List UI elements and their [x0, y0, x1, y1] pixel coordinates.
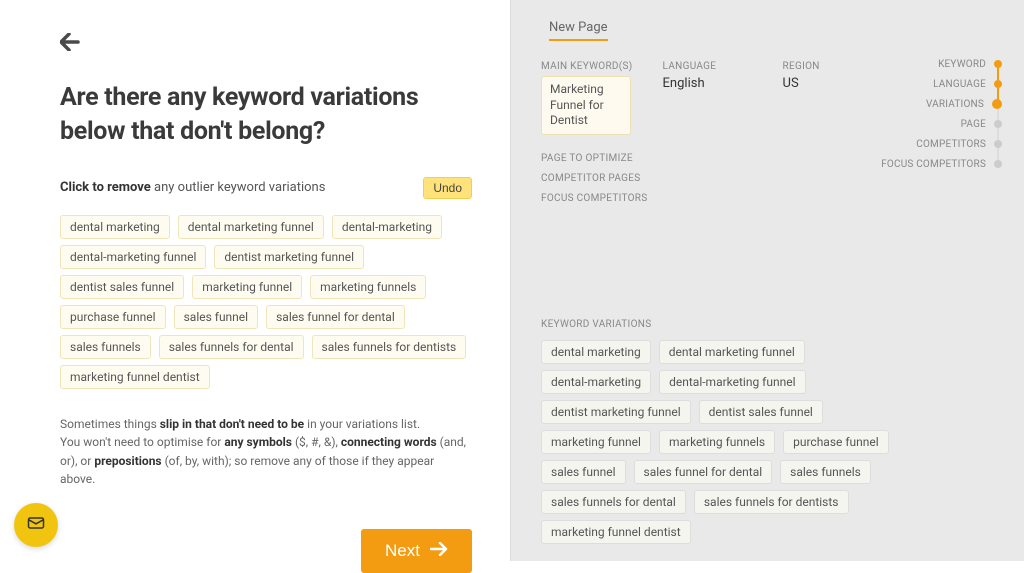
step-label: FOCUS COMPETITORS [881, 159, 986, 170]
step-competitors[interactable]: COMPETITORS [881, 134, 1002, 154]
subheading-bold: Click to remove [60, 180, 151, 195]
keyword-chip[interactable]: dental-marketing funnel [60, 245, 206, 269]
kv-chip: sales funnels for dental [541, 490, 686, 514]
kv-chip: sales funnel for dental [634, 460, 773, 484]
region-value: US [783, 76, 873, 91]
keyword-chip[interactable]: dental marketing [60, 215, 170, 239]
step-connector [997, 148, 999, 160]
step-connector [997, 68, 999, 80]
step-dot-icon [994, 160, 1002, 168]
step-label: KEYWORD [938, 59, 986, 70]
keyword-chip[interactable]: marketing funnel dentist [60, 365, 210, 389]
keyword-chip[interactable]: sales funnel [174, 305, 259, 329]
step-dot-icon [992, 99, 1002, 109]
back-button[interactable] [60, 32, 82, 57]
undo-button[interactable]: Undo [423, 177, 472, 199]
step-dot-icon [994, 120, 1002, 128]
page-heading: Are there any keyword variations below t… [60, 81, 472, 149]
keyword-chips: dental marketing dental marketing funnel d… [60, 215, 472, 389]
step-label: PAGE [961, 119, 986, 130]
next-label: Next [385, 541, 420, 561]
main-keyword-value: Marketing Funnel for Dentist [541, 76, 631, 135]
progress-stepper: KEYWORD LANGUAGE VARIATIONS PAGE COMPETITORS… [881, 54, 1002, 174]
kv-chips: dental marketing dental marketing funnel d… [541, 340, 901, 544]
kv-chip: sales funnel [541, 460, 626, 484]
step-label: VARIATIONS [926, 99, 984, 110]
kv-chip: dental-marketing [541, 370, 651, 394]
keyword-chip[interactable]: dental-marketing [332, 215, 442, 239]
summary-link[interactable]: FOCUS COMPETITORS [541, 189, 1002, 209]
step-page[interactable]: PAGE [881, 114, 1002, 134]
step-connector [997, 128, 999, 140]
step-dot-icon [994, 80, 1002, 88]
step-connector [997, 108, 999, 120]
keyword-chip[interactable]: marketing funnel [192, 275, 302, 299]
kv-chip: dentist sales funnel [699, 400, 823, 424]
help-fab[interactable] [14, 503, 58, 547]
keyword-chip[interactable]: dental marketing funnel [178, 215, 324, 239]
kv-chip: marketing funnel [541, 430, 651, 454]
language-value: English [663, 76, 753, 91]
kv-chip: sales funnels for dentists [694, 490, 849, 514]
main-keyword-label: MAIN KEYWORD(S) [541, 61, 633, 72]
step-keyword[interactable]: KEYWORD [881, 54, 1002, 74]
kv-chip: dental marketing [541, 340, 651, 364]
step-label: LANGUAGE [933, 79, 986, 90]
kv-chip: dental-marketing funnel [659, 370, 805, 394]
keyword-chip[interactable]: purchase funnel [60, 305, 166, 329]
language-label: LANGUAGE [663, 61, 753, 72]
step-focus-competitors[interactable]: FOCUS COMPETITORS [881, 154, 1002, 174]
step-label: COMPETITORS [916, 139, 986, 150]
kv-chip: dentist marketing funnel [541, 400, 691, 424]
keyword-chip[interactable]: sales funnel for dental [266, 305, 405, 329]
subheading-rest: any outlier keyword variations [151, 180, 326, 195]
keyword-chip[interactable]: sales funnels for dentists [312, 335, 467, 359]
region-label: REGION [783, 61, 873, 72]
mail-icon [26, 513, 46, 537]
kv-chip: marketing funnel dentist [541, 520, 691, 544]
kv-chip: purchase funnel [783, 430, 889, 454]
kv-label: KEYWORD VARIATIONS [541, 319, 1002, 330]
next-button[interactable]: Next [361, 529, 472, 573]
step-language[interactable]: LANGUAGE [881, 74, 1002, 94]
step-dot-icon [994, 140, 1002, 148]
kv-chip: sales funnels [780, 460, 871, 484]
hint-text: Sometimes things slip in that don't need… [60, 415, 472, 489]
keyword-chip[interactable]: dentist sales funnel [60, 275, 184, 299]
kv-chip: marketing funnels [659, 430, 775, 454]
page-tab[interactable]: New Page [549, 20, 608, 41]
kv-chip: dental marketing funnel [659, 340, 805, 364]
keyword-chip[interactable]: marketing funnels [310, 275, 426, 299]
step-dot-icon [994, 60, 1002, 68]
subheading: Click to remove any outlier keyword vari… [60, 180, 325, 195]
keyword-chip[interactable]: dentist marketing funnel [214, 245, 364, 269]
arrow-right-icon [430, 541, 448, 561]
keyword-chip[interactable]: sales funnels for dental [159, 335, 304, 359]
keyword-chip[interactable]: sales funnels [60, 335, 151, 359]
step-variations[interactable]: VARIATIONS [881, 94, 1002, 114]
